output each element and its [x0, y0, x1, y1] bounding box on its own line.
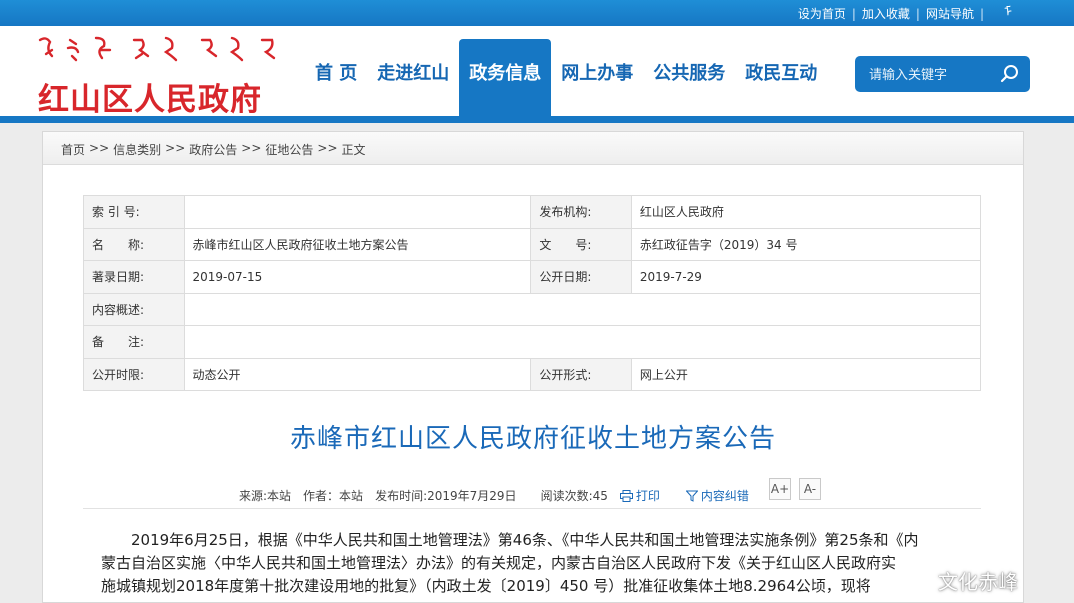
breadcrumb: 首页 >> 信息类别 >> 政府公告 >> 征地公告 >> 正文 [61, 141, 366, 158]
breadcrumb-info-category[interactable]: 信息类别 [113, 141, 161, 158]
mongolian-script-icon[interactable]: ᠮ [1002, 3, 1014, 23]
disclosure-form-value: 网上公开 [630, 357, 982, 391]
report-error-label: 内容纠错 [700, 489, 749, 503]
nav-item-government-info[interactable]: 政务信息 [459, 39, 552, 116]
remarks-label: 备 注: [83, 325, 185, 359]
set-homepage-link[interactable]: 设为首页 [798, 5, 846, 22]
publisher-label: 发布机构: [530, 195, 632, 229]
public-date-label: 公开日期: [530, 260, 632, 294]
wechat-icon [912, 571, 934, 589]
link-separator: | [915, 6, 920, 21]
table-row: 索 引 号: 发布机构: 红山区人民政府 [83, 195, 982, 229]
watermark: 文化赤峰 [912, 566, 1018, 595]
remarks-value [183, 325, 982, 359]
nav-item-online-services[interactable]: 网上办事 [551, 39, 643, 116]
breadcrumb-separator: >> [89, 141, 110, 155]
link-separator: | [851, 6, 856, 21]
disclosure-form-label: 公开形式: [530, 357, 632, 391]
article-title: 赤峰市红山区人民政府征收土地方案公告 [289, 424, 776, 454]
print-icon [619, 489, 633, 502]
article-publish-time: 发布时间:2019年7月29日 [375, 489, 517, 503]
public-date-value: 2019-7-29 [630, 260, 982, 294]
report-error-button[interactable]: 内容纠错 [685, 487, 761, 504]
link-separator: | [979, 6, 984, 21]
article-source: 来源:本站 [239, 489, 292, 503]
main-nav: 首 页 走进红山 政务信息 网上办事 公共服务 政民互动 [305, 39, 827, 116]
breadcrumb-separator: >> [165, 141, 186, 155]
table-row: 内容概述: [83, 292, 982, 326]
header-bottom-band [0, 116, 1074, 123]
site-logo-text[interactable]: 红山区人民政府 [38, 74, 262, 119]
article-author: 作者：本站 [303, 489, 364, 503]
document-info-table: 索 引 号: 发布机构: 红山区人民政府 名 称: 赤峰市红山区人民政府征收土地… [83, 195, 982, 391]
site-nav-link[interactable]: 网站导航 [926, 5, 974, 22]
summary-value [183, 292, 982, 326]
nav-item-about-hongshan[interactable]: 走进红山 [367, 39, 459, 116]
breadcrumb-separator: >> [241, 141, 262, 155]
top-utility-bar: 设为首页 | 加入收藏 | 网站导航 | ᠮ [0, 0, 1074, 26]
doc-number-value: 赤红政征告字（2019）34 号 [630, 227, 982, 261]
font-decrease-button[interactable]: A- [799, 478, 821, 500]
article-read-count: 阅读次数:45 [540, 489, 608, 503]
name-value: 赤峰市红山区人民政府征收土地方案公告 [183, 227, 532, 261]
breadcrumb-land-notices[interactable]: 征地公告 [265, 141, 313, 158]
meta-divider [83, 508, 981, 509]
record-date-value: 2019-07-15 [183, 260, 532, 294]
article-body: 2019年6月25日，根据《中华人民共和国土地管理法》第46条、《中华人民共和国… [101, 529, 965, 598]
content-panel: 首页 >> 信息类别 >> 政府公告 >> 征地公告 >> 正文 索 引 号: … [42, 131, 1024, 603]
name-label: 名 称: [83, 227, 185, 261]
top-links: 设为首页 | 加入收藏 | 网站导航 | [798, 5, 990, 22]
print-button[interactable]: 打印 [619, 487, 672, 504]
record-date-label: 著录日期: [83, 260, 185, 294]
table-row: 备 注: [83, 325, 982, 359]
table-row: 公开时限: 动态公开 公开形式: 网上公开 [83, 357, 982, 391]
nav-item-public-services[interactable]: 公共服务 [643, 39, 735, 116]
funnel-icon [685, 490, 698, 502]
body-line: 施城镇规划2018年度第十批次建设用地的批复》（内政土发〔2019〕450 号）… [101, 577, 871, 595]
nav-item-home[interactable]: 首 页 [305, 39, 367, 116]
search-box [855, 56, 1030, 92]
index-number-value [183, 195, 532, 229]
disclosure-period-value: 动态公开 [183, 357, 532, 391]
index-number-label: 索 引 号: [83, 195, 185, 229]
nav-item-citizen-interaction[interactable]: 政民互动 [735, 39, 827, 116]
summary-label: 内容概述: [83, 292, 185, 326]
table-row: 著录日期: 2019-07-15 公开日期: 2019-7-29 [83, 260, 982, 294]
body-line: 蒙古自治区实施〈中华人民共和国土地管理法〉办法》的有关规定，内蒙古自治区人民政府… [101, 554, 897, 572]
breadcrumb-gov-notices[interactable]: 政府公告 [189, 141, 237, 158]
table-row: 名 称: 赤峰市红山区人民政府征收土地方案公告 文 号: 赤红政征告字（2019… [83, 227, 982, 261]
search-icon[interactable] [1000, 64, 1020, 84]
disclosure-period-label: 公开时限: [83, 357, 185, 391]
body-line: 2019年6月25日，根据《中华人民共和国土地管理法》第46条、《中华人民共和国… [131, 531, 919, 549]
article-meta: 来源:本站 作者：本站 发布时间:2019年7月29日 阅读次数:45 打印 内… [239, 487, 775, 504]
add-favorite-link[interactable]: 加入收藏 [862, 5, 910, 22]
search-input[interactable] [867, 65, 996, 85]
mongolian-script-logo [38, 36, 276, 62]
breadcrumb-home[interactable]: 首页 [61, 141, 85, 158]
breadcrumb-separator: >> [317, 141, 338, 155]
breadcrumb-current: 正文 [341, 143, 366, 157]
print-label: 打印 [635, 489, 660, 503]
breadcrumb-bar: 首页 >> 信息类别 >> 政府公告 >> 征地公告 >> 正文 [43, 132, 1023, 165]
font-increase-button[interactable]: A+ [769, 478, 791, 500]
doc-number-label: 文 号: [530, 227, 632, 261]
publisher-value: 红山区人民政府 [630, 195, 982, 229]
watermark-text: 文化赤峰 [938, 570, 1018, 594]
